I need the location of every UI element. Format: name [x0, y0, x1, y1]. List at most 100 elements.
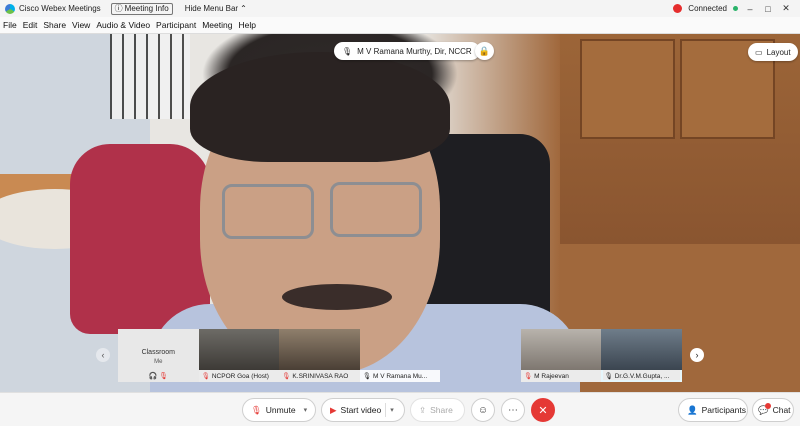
menu-edit[interactable]: Edit: [20, 20, 41, 30]
self-name: Classroom: [141, 349, 176, 356]
info-icon: ⓘ: [114, 4, 123, 13]
chevron-right-icon: ›: [695, 350, 699, 360]
menu-share[interactable]: Share: [40, 20, 69, 30]
participant-video: [198, 329, 280, 370]
speaker-glasses: [330, 182, 422, 237]
minimize-button[interactable]: –: [744, 4, 756, 14]
chevron-left-icon: ‹: [101, 350, 105, 360]
more-icon: ⋯: [508, 404, 518, 416]
more-options-button[interactable]: ⋯: [501, 398, 525, 422]
layout-label: Layout: [766, 47, 791, 57]
muted-mic-icon: 🎙: [523, 373, 533, 380]
participant-label: 🎙 M V Ramana Mu...: [359, 370, 441, 382]
participant-tile[interactable]: 🎙 Dr.G.V.M.Gupta, ...: [601, 329, 683, 382]
chevron-up-icon: ⌃: [240, 4, 247, 13]
leave-meeting-button[interactable]: ✕: [531, 398, 555, 422]
lock-icon: 🔒: [478, 45, 491, 56]
layout-icon: ▭: [755, 47, 763, 57]
unread-badge: [764, 402, 771, 409]
speaker-hair: [190, 52, 450, 162]
muted-mic-icon: 🎙: [282, 373, 291, 380]
participant-name: M Rajeevan: [534, 372, 569, 380]
participant-tile[interactable]: 🎙 K.SRINIVASA RAO: [279, 329, 360, 382]
chat-button[interactable]: 💬 Chat: [752, 398, 794, 422]
menu-view[interactable]: View: [69, 20, 93, 30]
chat-label: Chat: [772, 405, 791, 415]
participants-label: Participants: [701, 405, 747, 415]
meeting-info-label: Meeting Info: [124, 4, 169, 13]
previous-thumbnails-button[interactable]: ‹: [96, 348, 110, 362]
active-speaker-name: M V Ramana Murthy, Dir, NCCR: [357, 46, 472, 56]
chevron-down-icon[interactable]: ▾: [390, 406, 394, 414]
participant-label: 🎙 NCPOR Goa (Host): [198, 370, 280, 382]
background-chair: [70, 144, 210, 334]
chat-icon: 💬: [758, 402, 771, 415]
background-cabinet: [560, 34, 800, 244]
speaker-glasses: [222, 184, 314, 239]
participant-thumbnail-strip: Classroom Me 🎧 🎙 🎙 NCPOR Goa (Host) 🎙 K.SR…: [118, 329, 683, 382]
chevron-down-icon[interactable]: ▾: [304, 406, 308, 414]
smiley-icon: ☺: [477, 404, 489, 416]
menu-audio-video[interactable]: Audio & Video: [93, 20, 153, 30]
microphone-icon: 🎙: [342, 46, 353, 56]
participants-button[interactable]: 👤 Participants: [678, 398, 748, 422]
menu-meeting[interactable]: Meeting: [199, 20, 235, 30]
thumbnail-spacer: [440, 329, 521, 382]
unmute-label: Unmute: [265, 405, 296, 415]
menu-bar: File Edit Share View Audio & Video Parti…: [0, 17, 800, 34]
muted-mic-icon: 🎙: [159, 373, 169, 380]
participant-tile[interactable]: 🎙 M Rajeevan: [520, 329, 602, 382]
meeting-info-button[interactable]: ⓘ Meeting Info: [110, 2, 173, 15]
start-video-label: Start video: [340, 405, 382, 415]
unmute-button[interactable]: 🎙 Unmute ▾: [242, 398, 316, 422]
participant-video: [360, 329, 441, 370]
share-icon: ⇪: [419, 404, 427, 415]
close-window-button[interactable]: ✕: [780, 3, 792, 14]
participant-label: 🎙 K.SRINIVASA RAO: [279, 370, 360, 382]
meeting-controls-bar: 🎙 Unmute ▾ ▶ Start video ▾ ⇪ Share ☺ ⋯ ✕…: [0, 392, 800, 426]
microphone-icon: 🎙: [362, 373, 371, 380]
menu-participant[interactable]: Participant: [153, 20, 199, 30]
share-button[interactable]: ⇪ Share: [410, 398, 465, 422]
app-title: Cisco Webex Meetings: [19, 4, 101, 13]
separator: [385, 403, 387, 417]
participant-name: K.SRINIVASA RAO: [292, 372, 349, 380]
participant-video: [520, 329, 602, 370]
participant-video: [601, 329, 683, 370]
reactions-button[interactable]: ☺: [471, 398, 495, 422]
self-sub: Me: [154, 359, 163, 365]
muted-mic-icon: 🎙: [201, 373, 210, 380]
participant-tile[interactable]: 🎙 M V Ramana Mu...: [359, 329, 441, 382]
person-icon: 👤: [687, 404, 698, 415]
connected-indicator-icon: [733, 6, 738, 11]
active-speaker-name-chip: 🎙 M V Ramana Murthy, Dir, NCCR: [334, 42, 480, 60]
background-window: [110, 34, 190, 119]
connection-status-text: Connected: [688, 4, 727, 13]
participant-name: NCPOR Goa (Host): [211, 372, 269, 380]
microphone-icon: 🎙: [604, 373, 613, 380]
close-icon: ✕: [538, 404, 548, 417]
headset-icon: 🎧: [148, 373, 158, 380]
webex-logo-icon: [5, 3, 15, 14]
start-video-button[interactable]: ▶ Start video ▾: [321, 398, 405, 422]
hide-menu-bar-button[interactable]: Hide Menu Bar ⌃: [185, 4, 247, 13]
menu-file[interactable]: File: [0, 20, 20, 30]
video-off-icon: ▶: [330, 404, 337, 415]
lock-video-button[interactable]: 🔒: [475, 42, 494, 60]
self-status-icons: 🎧 🎙: [118, 372, 199, 380]
hide-menu-label: Hide Menu Bar: [184, 4, 239, 13]
maximize-button[interactable]: □: [762, 4, 774, 14]
speaker-mustache: [282, 284, 392, 310]
layout-button[interactable]: ▭ Layout: [748, 43, 798, 61]
participant-name: M V Ramana Mu...: [373, 372, 428, 380]
participant-label: 🎙 M Rajeevan: [520, 370, 602, 382]
title-bar: Cisco Webex Meetings ⓘ Meeting Info Hide…: [0, 0, 800, 17]
participant-tile[interactable]: 🎙 NCPOR Goa (Host): [198, 329, 280, 382]
participant-label: 🎙 Dr.G.V.M.Gupta, ...: [601, 370, 683, 382]
share-label: Share: [430, 405, 453, 415]
self-view-tile[interactable]: Classroom Me 🎧 🎙: [118, 329, 199, 382]
next-thumbnails-button[interactable]: ›: [690, 348, 704, 362]
menu-help[interactable]: Help: [235, 20, 258, 30]
muted-mic-icon: 🎙: [251, 404, 262, 415]
cabinet-door: [580, 39, 675, 139]
